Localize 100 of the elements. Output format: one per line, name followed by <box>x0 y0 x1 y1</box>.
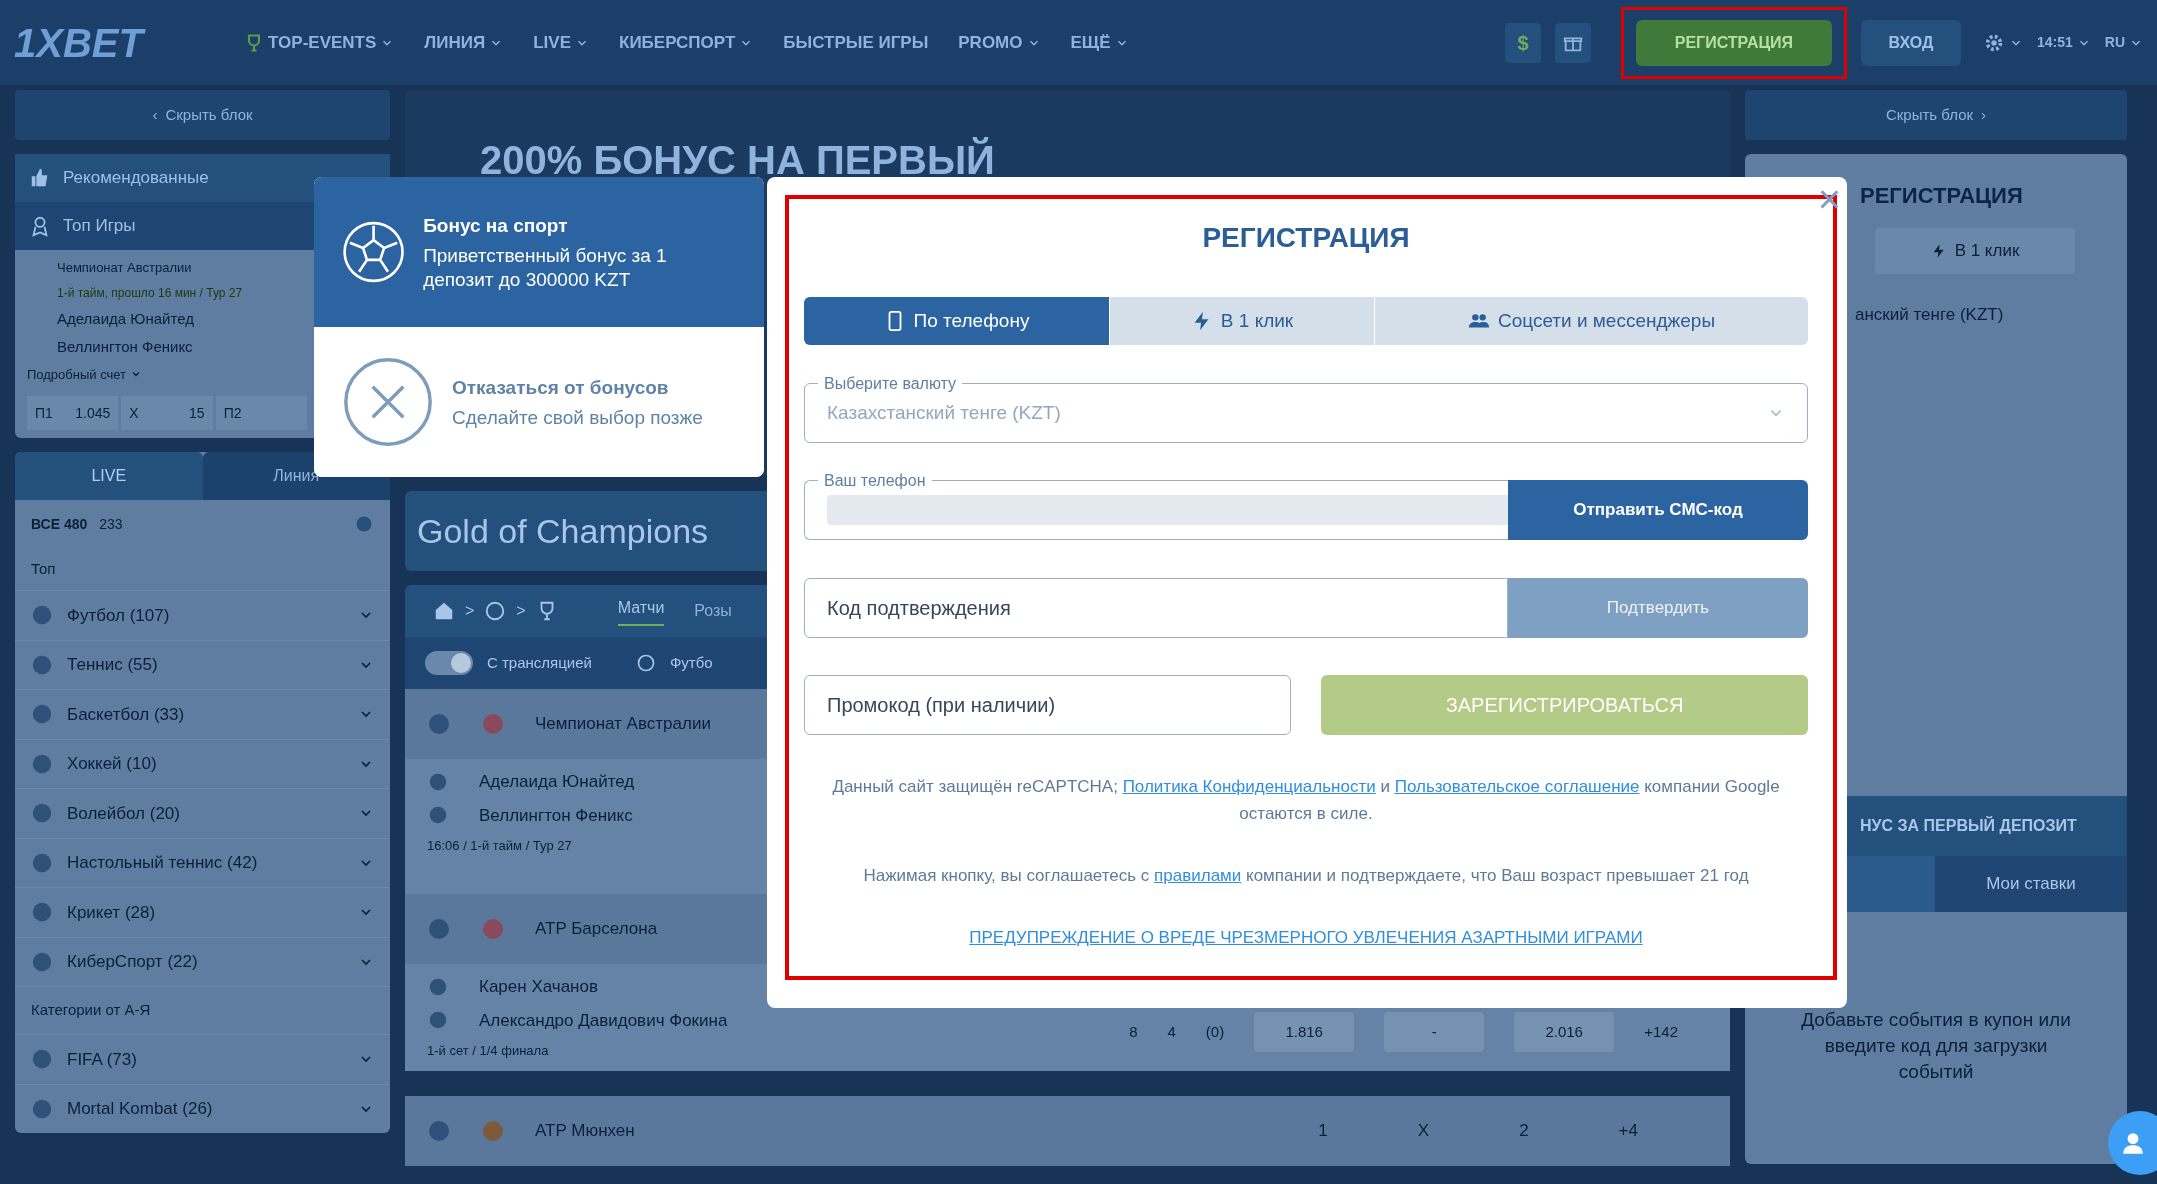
team-name: Веллингтон Феникс <box>56 337 194 357</box>
sport-item[interactable]: Настольный теннис (42) <box>15 837 390 887</box>
toggle-switch[interactable] <box>425 651 473 675</box>
gambling-warning-link[interactable]: ПРЕДУПРЕЖДЕНИЕ О ВРЕДЕ ЧРЕЗМЕРНОГО УВЛЕЧЕНИЯ АЗАРТНЫМИ ИГРАМИ <box>969 927 1643 947</box>
live-count: 233 <box>99 514 123 534</box>
team-name: Александро Давидович Фокина <box>479 1009 728 1032</box>
hide-block-button[interactable]: ‹ Скрыть блок <box>15 90 390 140</box>
match-info: 16:06 / 1-й тайм / Тур 27 <box>427 837 573 855</box>
option-title: Бонус на спорт <box>423 213 569 238</box>
match-info: 1-й сет / 1/4 финала <box>427 1042 550 1060</box>
bets-tab[interactable]: Мои ставки <box>1935 855 2127 912</box>
text-link[interactable]: Политика Конфиденциальности <box>1122 777 1376 796</box>
odds-button[interactable]: П1 1.045 <box>27 396 119 430</box>
ball-icon <box>31 752 53 775</box>
promo-code-input[interactable]: Промокод (при наличии) <box>804 675 1291 735</box>
flag-icon <box>481 1118 505 1143</box>
sport-item[interactable]: Баскетбол (33) <box>15 689 390 739</box>
nav-link[interactable]: TOP-EVENTS <box>244 29 395 56</box>
ball-icon <box>31 1048 53 1071</box>
ball-icon <box>427 1118 451 1143</box>
sport-item[interactable]: Mortal Kombat (26) <box>15 1083 390 1133</box>
tab[interactable]: В 1 клик <box>1875 228 2075 274</box>
odds-button[interactable]: X 15 <box>121 396 213 430</box>
section-heading: Категории от А-Я <box>15 986 390 1034</box>
more-markets-link[interactable]: +4 <box>1618 1117 1638 1144</box>
hide-block-button[interactable]: Скрыть блок › <box>1745 90 2127 140</box>
empty-coupon-message: Добавьте события в купон или введите код для загрузки событий <box>1800 1007 2072 1084</box>
odds-button[interactable]: П2 <box>215 396 307 430</box>
ball-icon <box>31 1097 53 1120</box>
odds-button[interactable]: 2.016 <box>1514 1012 1615 1053</box>
currency-field[interactable]: анский тенге (KZT) <box>1855 302 2004 328</box>
nav-link[interactable]: ЛИНИЯ <box>424 29 504 56</box>
language-selector[interactable]: RU <box>2104 32 2143 53</box>
matches-tab[interactable]: Матчи <box>617 596 665 626</box>
panel-title: РЕГИСТРАЦИЯ <box>1860 182 2023 210</box>
ball-icon <box>31 802 53 825</box>
score: 4 <box>1167 1022 1176 1042</box>
bonus-option[interactable]: Бонус на спорт Приветственный бонус за 1 депозит до 300000 KZT <box>314 177 764 327</box>
all-events-filter[interactable]: ВСЕ 480 <box>31 513 88 535</box>
ball-icon <box>31 703 53 726</box>
odds-button[interactable]: 1.816 <box>1254 1012 1355 1053</box>
login-button[interactable]: ВХОД <box>1860 19 1961 66</box>
nav-link[interactable]: ЕЩЁ <box>1070 29 1129 56</box>
close-icon <box>342 356 434 448</box>
nav-link[interactable]: LIVE <box>533 29 589 56</box>
sport-item[interactable]: Футбол (107) <box>15 590 390 640</box>
person-icon <box>2120 1130 2146 1156</box>
sport-item[interactable]: Волейбол (20) <box>15 788 390 838</box>
person-icon <box>29 215 51 237</box>
column-heading: X <box>1417 1119 1430 1142</box>
logo[interactable]: 1XBET <box>14 12 244 73</box>
ball-icon <box>427 712 451 736</box>
register-button[interactable]: РЕГИСТРАЦИЯ <box>1635 19 1832 66</box>
flag-icon <box>481 917 505 941</box>
team-name: Аделаида Юнайтед <box>479 771 635 793</box>
text-link[interactable]: правилами <box>1154 866 1242 885</box>
time-selector[interactable]: 14:51 <box>2036 32 2091 53</box>
sport-item[interactable]: Крикет (28) <box>15 887 390 937</box>
gift-button[interactable] <box>1554 22 1591 63</box>
ball-icon <box>31 851 53 874</box>
league-name: Чемпионат Австралии <box>56 259 193 277</box>
breadcrumb-separator: > <box>465 601 475 621</box>
tab[interactable]: Розы <box>694 599 732 623</box>
currency-button[interactable]: $ <box>1504 22 1541 63</box>
text-link[interactable]: Пользовательское соглашение <box>1394 777 1640 796</box>
sidebar-tab[interactable]: LIVE <box>15 452 203 500</box>
registration-tab[interactable]: Соцсети и мессенджеры <box>1374 297 1808 345</box>
registration-tab[interactable]: По телефону <box>804 297 1109 345</box>
odds-button[interactable]: - <box>1384 1012 1485 1053</box>
team-name: Карен Хачанов <box>479 976 598 998</box>
sidebar-menu-item[interactable]: Топ Игры <box>15 202 150 250</box>
score: 8 <box>1129 1022 1138 1042</box>
team-name: Веллингтон Феникс <box>479 804 633 827</box>
details-link[interactable]: Подробный счет <box>27 364 143 384</box>
sport-item[interactable]: FIFA (73) <box>15 1034 390 1084</box>
nav-link[interactable]: БЫСТРЫЕ ИГРЫ <box>783 29 929 56</box>
ball-icon <box>31 604 53 627</box>
section-heading: Топ <box>30 558 57 579</box>
sport-filter[interactable]: Футбо <box>669 651 713 675</box>
nav-link[interactable]: КИБЕРСПОРТ <box>619 29 754 56</box>
league-header: ATP Мюнхен 1 X 2 +4 <box>405 1095 1730 1166</box>
ball-icon <box>635 653 656 673</box>
option-title: Отказаться от бонусов <box>452 375 670 400</box>
breadcrumb-separator: > <box>516 601 526 621</box>
ball-icon <box>484 600 507 622</box>
team-name: Аделаида Юнайтед <box>56 308 195 329</box>
rules-notice: Нажимая кнопку, вы соглашаетесь с правилами компании и подтверждаете, что Ваш возраст превышает 21 год <box>862 865 1750 887</box>
match-status: 1-й тайм, прошло 16 мин / Тур 27 <box>56 284 244 302</box>
dialog-title: РЕГИСТРАЦИЯ <box>1201 221 1411 255</box>
ball-icon <box>31 653 53 676</box>
nav-link[interactable]: PROMO <box>958 29 1041 56</box>
option-description: Сделайте свой выбор позже <box>452 406 703 431</box>
chat-button[interactable] <box>2108 1111 2157 1175</box>
sport-item[interactable]: Теннис (55) <box>15 639 390 689</box>
registration-tab[interactable]: В 1 клик <box>1109 297 1374 345</box>
sport-item[interactable]: Хоккей (10) <box>15 738 390 788</box>
ball-icon <box>31 901 53 924</box>
send-sms-button[interactable]: Отправить СМС-код <box>1508 480 1808 540</box>
more-markets-link[interactable]: +142 <box>1644 1021 1678 1044</box>
sport-item[interactable]: КиберСпорт (22) <box>15 936 390 986</box>
